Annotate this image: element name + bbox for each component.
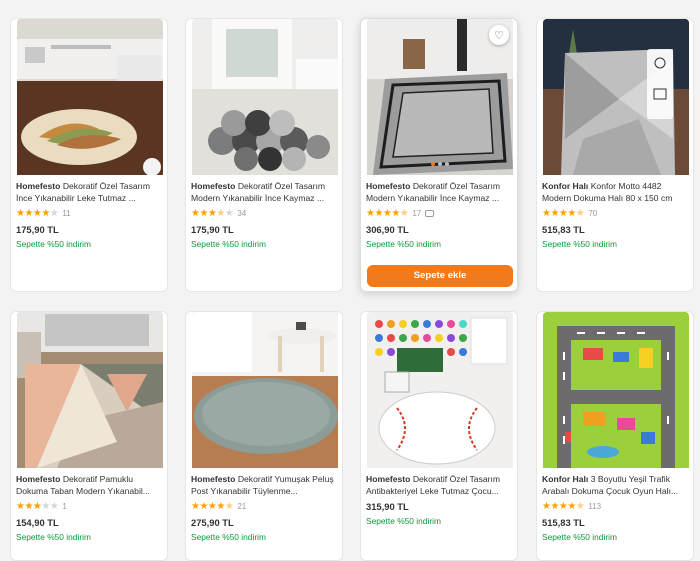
product-image[interactable] [543, 19, 689, 175]
rating-count: 17 [412, 208, 422, 218]
product-image[interactable] [543, 312, 689, 468]
product-image[interactable] [17, 19, 163, 175]
product-rating: ★★★★★ 34 [191, 207, 246, 219]
product-image[interactable] [192, 312, 338, 468]
star-rating-icon: ★★★★★ [542, 500, 585, 512]
product-card[interactable]: Homefesto Dekoratif Pamuklu Dokuma Taban… [10, 311, 168, 561]
product-price: 515,83 TL [542, 224, 585, 235]
image-carousel-dots[interactable] [367, 162, 513, 166]
product-rating: ★★★★★ 21 [191, 500, 246, 512]
product-price: 175,90 TL [191, 224, 234, 235]
product-price: 275,90 TL [191, 517, 234, 528]
product-brand: Homefesto [191, 181, 236, 191]
product-title[interactable]: Homefesto Dekoratif Özel Tasarım Antibak… [366, 473, 516, 497]
product-card[interactable]: ♡ Homefesto Dekoratif Özel Tasarım Moder… [360, 18, 518, 292]
product-card[interactable]: Homefesto Dekoratif Özel Tasarım İnce Yı… [10, 18, 168, 292]
star-rating-icon: ★★★★★ [16, 207, 59, 219]
product-rating: ★★★★★ 70 [542, 207, 597, 219]
product-brand: Konfor Halı [542, 181, 589, 191]
add-to-cart-button[interactable]: Sepete ekle [367, 265, 513, 287]
product-price: 175,90 TL [16, 224, 59, 235]
product-image[interactable] [367, 312, 513, 468]
product-image[interactable] [17, 312, 163, 468]
product-title[interactable]: Homefesto Dekoratif Pamuklu Dokuma Taban… [16, 473, 166, 497]
product-title[interactable]: Homefesto Dekoratif Özel Tasarım Modern … [366, 180, 516, 204]
promo-text: Sepette %50 indirim [542, 532, 617, 542]
product-price: 306,90 TL [366, 224, 409, 235]
product-brand: Homefesto [16, 181, 61, 191]
product-title[interactable]: Konfor Halı 3 Boyutlu Yeşil Trafik Araba… [542, 473, 692, 497]
promo-text: Sepette %50 indirim [16, 239, 91, 249]
product-brand: Homefesto [366, 181, 411, 191]
star-rating-icon: ★★★★★ [191, 500, 234, 512]
product-grid: Homefesto Dekoratif Özel Tasarım İnce Yı… [0, 0, 700, 561]
product-price: 315,90 TL [366, 501, 409, 512]
rating-count: 34 [237, 208, 247, 218]
product-rating: ★★★★★ 1 [16, 500, 67, 512]
star-rating-icon: ★★★★★ [366, 207, 409, 219]
product-title[interactable]: Homefesto Dekoratif Özel Tasarım İnce Yı… [16, 180, 166, 204]
product-rating: ★★★★★ 11 [16, 207, 71, 219]
product-title[interactable]: Homefesto Dekoratif Özel Tasarım Modern … [191, 180, 341, 204]
camera-icon [425, 209, 435, 217]
rating-count: 11 [62, 208, 71, 218]
product-title[interactable]: Homefesto Dekoratif Yumuşak Peluş Post Y… [191, 473, 341, 497]
product-brand: Homefesto [16, 474, 61, 484]
product-price: 515,83 TL [542, 517, 585, 528]
rating-count: 1 [62, 501, 67, 511]
promo-text: Sepette %50 indirim [191, 239, 266, 249]
product-card[interactable]: Homefesto Dekoratif Özel Tasarım Antibak… [360, 311, 518, 561]
rating-count: 113 [588, 501, 602, 511]
promo-text: Sepette %50 indirim [366, 516, 441, 526]
promo-text: Sepette %50 indirim [366, 239, 441, 249]
product-rating: ★★★★★ 113 [542, 500, 601, 512]
product-brand: Homefesto [191, 474, 236, 484]
product-price: 154,90 TL [16, 517, 59, 528]
promo-text: Sepette %50 indirim [16, 532, 91, 542]
favorite-heart-icon[interactable]: ♡ [489, 25, 509, 45]
product-card[interactable]: Homefesto Dekoratif Yumuşak Peluş Post Y… [185, 311, 343, 561]
star-rating-icon: ★★★★★ [16, 500, 59, 512]
promo-text: Sepette %50 indirim [191, 532, 266, 542]
product-image[interactable] [367, 19, 513, 175]
star-rating-icon: ★★★★★ [191, 207, 234, 219]
product-card[interactable]: Konfor Halı 3 Boyutlu Yeşil Trafik Araba… [536, 311, 694, 561]
star-rating-icon: ★★★★★ [542, 207, 585, 219]
product-card[interactable]: Konfor Halı Konfor Motto 4482 Modern Dok… [536, 18, 694, 292]
rating-count: 70 [588, 208, 598, 218]
product-image[interactable] [192, 19, 338, 175]
rating-count: 21 [237, 501, 247, 511]
promo-text: Sepette %50 indirim [542, 239, 617, 249]
product-card[interactable]: Homefesto Dekoratif Özel Tasarım Modern … [185, 18, 343, 292]
product-title[interactable]: Konfor Halı Konfor Motto 4482 Modern Dok… [542, 180, 692, 204]
product-rating: ★★★★★ 17 [366, 207, 435, 219]
product-brand: Konfor Halı [542, 474, 589, 484]
product-brand: Homefesto [366, 474, 411, 484]
